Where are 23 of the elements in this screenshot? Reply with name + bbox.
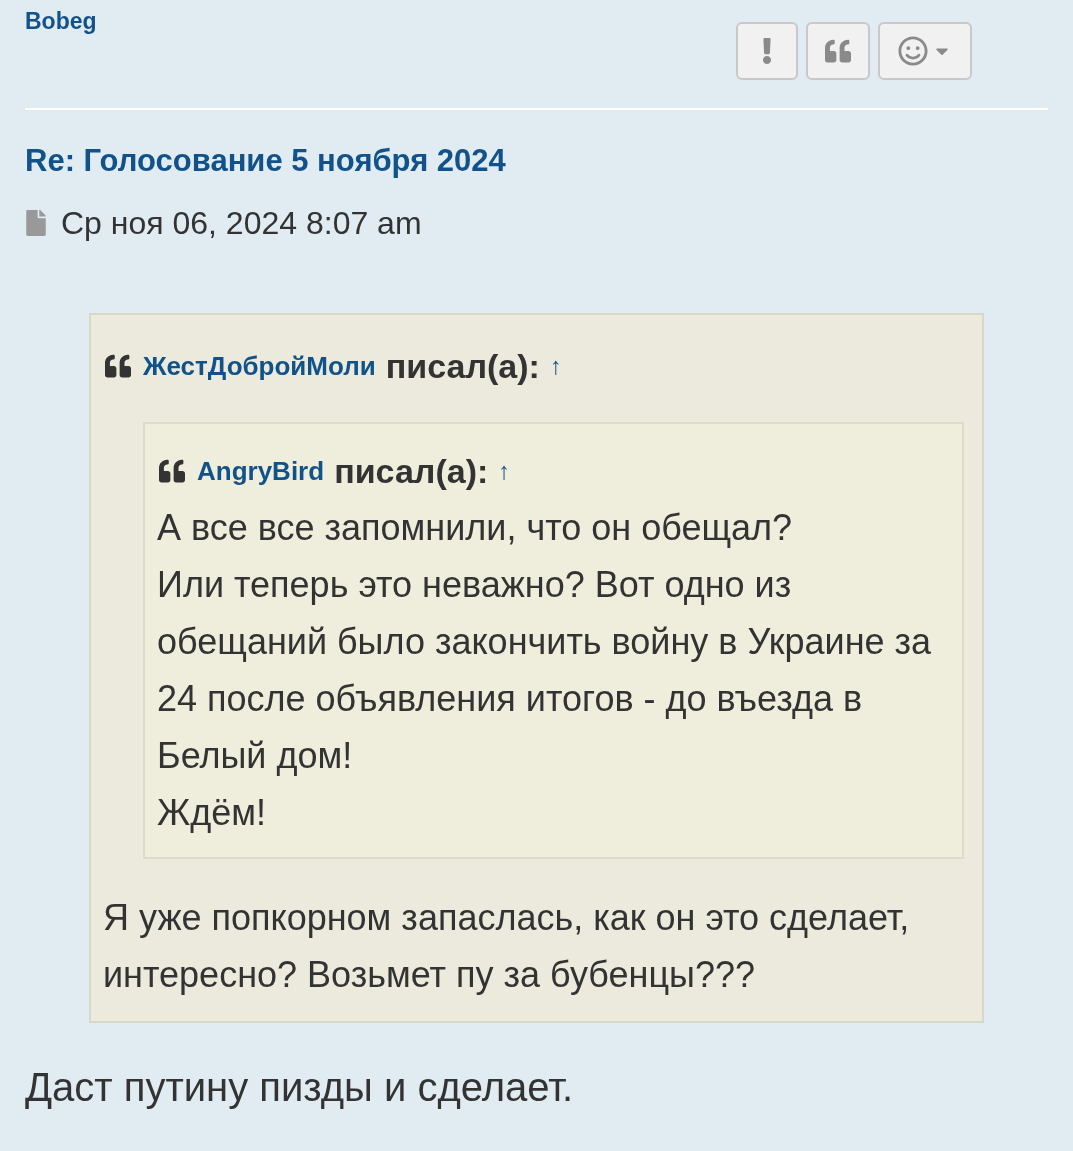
wrote-label: писал(а):	[334, 450, 489, 492]
author-link[interactable]: ЖестДобройМоли	[143, 346, 376, 386]
author-link[interactable]: Bobeg	[25, 4, 97, 80]
quote-text: Или теперь это неважно? Вот одно из обещаний было закончить войну в Украине за 24 после объявления итогов - до въезда в Белый дом!	[157, 562, 933, 778]
quote-icon	[157, 458, 187, 484]
file-icon	[25, 209, 47, 236]
quote-text: Я уже попкорном запаслась, как он это сделает, интересно? Возьмет пу за бубенцы???	[103, 895, 911, 997]
quote-icon	[823, 38, 853, 64]
post-date: Ср ноя 06, 2024 8:07 am	[61, 203, 422, 243]
quote-button[interactable]	[806, 22, 870, 80]
quote-icon	[103, 353, 133, 379]
quote-text: Ждём!	[157, 790, 268, 835]
smiley-icon	[898, 36, 928, 66]
jump-link[interactable]: ↑	[498, 453, 511, 489]
reaction-button[interactable]	[878, 22, 972, 80]
post-title[interactable]: Re: Голосование 5 ноября 2024	[25, 138, 1048, 185]
jump-link[interactable]: ↑	[549, 348, 562, 384]
quote-text: А все все запомнили, что он обещал?	[157, 505, 794, 550]
post-text: Даст путину пизды и сделает.	[25, 1063, 575, 1111]
wrote-label: писал(а):	[385, 345, 540, 387]
report-button[interactable]	[736, 22, 798, 80]
exclamation-icon	[761, 38, 773, 64]
author-link[interactable]: AngryBird	[197, 451, 325, 491]
